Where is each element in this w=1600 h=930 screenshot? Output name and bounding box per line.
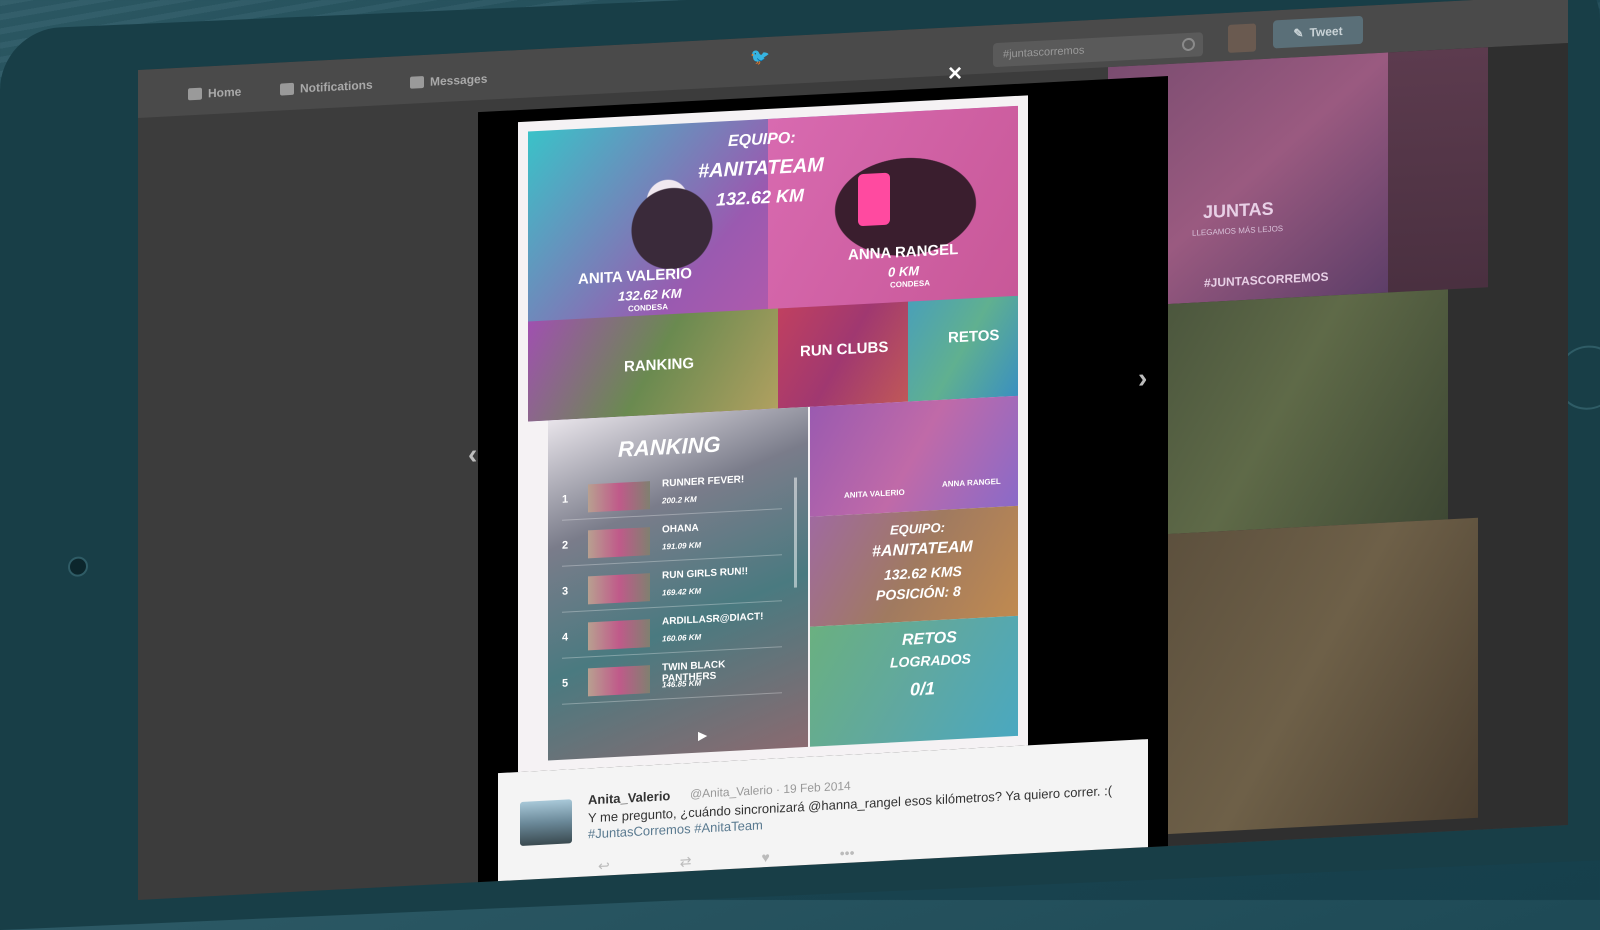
ranking-thumb	[588, 665, 650, 697]
retweet-icon[interactable]: ⇄	[680, 853, 692, 871]
tweet-hashtag[interactable]: #AnitaTeam	[694, 817, 763, 836]
stat-team-name: #ANITATEAM	[872, 538, 973, 561]
ranking-position: 2	[562, 539, 569, 552]
stat-equipo-label: EQUIPO:	[890, 519, 945, 538]
lower-panels: RANKING 1 RUNNER FEVER! 200.2 KM 2 OHANA…	[548, 395, 1018, 761]
retos-panel: RETOS LOGRADOS 0/1	[810, 615, 1018, 747]
team-stats-panel: EQUIPO: #ANITATEAM 132.62 KMS POSICIÓN: …	[810, 505, 1018, 627]
nav-messages[interactable]: Messages	[410, 72, 487, 90]
nav-home[interactable]: Home	[188, 85, 241, 102]
favorite-icon[interactable]: ♥	[761, 849, 769, 866]
ranking-tile[interactable]: RANKING	[528, 308, 778, 422]
ranking-row[interactable]: 1 RUNNER FEVER! 200.2 KM	[562, 470, 782, 521]
ranking-team-km: 169.42 KM	[662, 586, 702, 598]
avatar[interactable]	[1228, 23, 1256, 53]
play-icon[interactable]: ▶	[698, 728, 707, 742]
hero-equipo-label: EQUIPO:	[728, 129, 796, 151]
ranking-row[interactable]: 3 RUN GIRLS RUN!! 169.42 KM	[562, 562, 782, 613]
reply-icon[interactable]: ↩	[598, 857, 610, 875]
poster-title: JUNTAS	[1203, 198, 1274, 223]
retos-value: 0/1	[910, 678, 936, 700]
retos-subtitle: LOGRADOS	[890, 650, 971, 671]
poster-subtitle: LLEGAMOS MÁS LEJOS	[1192, 223, 1284, 238]
nav-messages-label: Messages	[430, 71, 488, 89]
tweet-avatar[interactable]	[520, 799, 572, 846]
ranking-team-km: 146.85 KM	[662, 678, 702, 690]
previous-arrow-icon[interactable]: ‹	[468, 438, 477, 470]
compose-icon: ✎	[1293, 25, 1304, 41]
envelope-icon	[410, 76, 424, 89]
next-arrow-icon[interactable]: ›	[1138, 362, 1147, 394]
tweet-button-label: Tweet	[1309, 23, 1343, 40]
ranking-team-name: ARDILLASR@DIACT!	[662, 611, 764, 628]
player2-km: 0 KM	[888, 263, 920, 280]
search-icon[interactable]	[1182, 37, 1195, 52]
ranking-thumb	[588, 481, 650, 513]
bell-icon	[280, 82, 294, 96]
ranking-title: RANKING	[618, 431, 721, 462]
twitter-screen: Home Notifications Messages 🐦 #juntascor…	[138, 0, 1568, 900]
ranking-team-name: OHANA	[662, 522, 699, 536]
mini-player1-label: ANITA VALERIO	[844, 487, 905, 501]
team-photo	[1138, 517, 1478, 836]
nav-notifications-label: Notifications	[300, 77, 373, 96]
ranking-team-km: 191.09 KM	[662, 540, 702, 552]
scrollbar[interactable]	[794, 477, 797, 588]
ranking-tile-label: RANKING	[624, 354, 694, 376]
photo-thumb	[1388, 47, 1488, 293]
team-members-panel: ANITA VALERIO ANNA RANGEL	[810, 395, 1018, 517]
retos-title: RETOS	[902, 629, 957, 649]
ranking-panel: RANKING 1 RUNNER FEVER! 200.2 KM 2 OHANA…	[548, 406, 808, 761]
phone-icon	[858, 172, 890, 227]
ranking-row[interactable]: 5 TWIN BLACK PANTHERS 146.85 KM	[562, 654, 782, 705]
ranking-thumb	[588, 619, 650, 651]
search-input[interactable]: #juntascorremos	[993, 32, 1203, 68]
ranking-thumb	[588, 527, 650, 559]
tablet-camera	[68, 556, 88, 578]
poster-hashtag: #JUNTASCORREMOS	[1204, 269, 1329, 291]
stat-position: POSICIÓN: 8	[876, 582, 961, 604]
mini-player2-label: ANNA RANGEL	[942, 476, 1001, 489]
nav-home-label: Home	[208, 84, 242, 101]
home-icon	[188, 87, 202, 101]
tweet-button[interactable]: ✎ Tweet	[1273, 15, 1363, 49]
stat-team-kms: 132.62 KMS	[884, 562, 962, 583]
ranking-team-km: 160.06 KM	[662, 632, 702, 644]
ranking-position: 1	[562, 493, 569, 506]
more-icon[interactable]: •••	[840, 844, 855, 862]
run-clubs-tile-label: RUN CLUBS	[800, 338, 889, 361]
close-icon[interactable]: ×	[948, 60, 962, 88]
ranking-thumb	[588, 573, 650, 605]
hero-panel: EQUIPO: #ANITATEAM 132.62 KM ANITA VALER…	[528, 105, 1018, 422]
twitter-bird-icon[interactable]: 🐦	[750, 47, 772, 67]
ranking-position: 5	[562, 677, 569, 690]
retos-tile-label: RETOS	[948, 326, 1000, 347]
nav-notifications[interactable]: Notifications	[280, 78, 373, 97]
app-screenshot-card: EQUIPO: #ANITATEAM 132.62 KM ANITA VALER…	[518, 95, 1028, 773]
ranking-team-km: 200.2 KM	[662, 494, 697, 506]
ranking-position: 4	[562, 631, 569, 644]
ranking-row[interactable]: 4 ARDILLASR@DIACT! 160.06 KM	[562, 608, 782, 659]
ranking-team-name: RUNNER FEVER!	[662, 474, 745, 490]
media-modal: EQUIPO: #ANITATEAM 132.62 KM ANITA VALER…	[478, 76, 1168, 893]
ranking-row[interactable]: 2 OHANA 191.09 KM	[562, 516, 782, 567]
tweet-author-name[interactable]: Anita_Valerio	[588, 788, 670, 807]
retos-tile[interactable]: RETOS	[908, 295, 1018, 402]
ranking-team-name: RUN GIRLS RUN!!	[662, 566, 749, 582]
ranking-position: 3	[562, 585, 569, 598]
background-photo-grid: JUNTAS LLEGAMOS MÁS LEJOS #JUNTASCORREMO…	[1088, 43, 1568, 850]
search-input-text: #juntascorremos	[1003, 44, 1085, 61]
run-clubs-tile[interactable]: RUN CLUBS	[778, 301, 908, 409]
